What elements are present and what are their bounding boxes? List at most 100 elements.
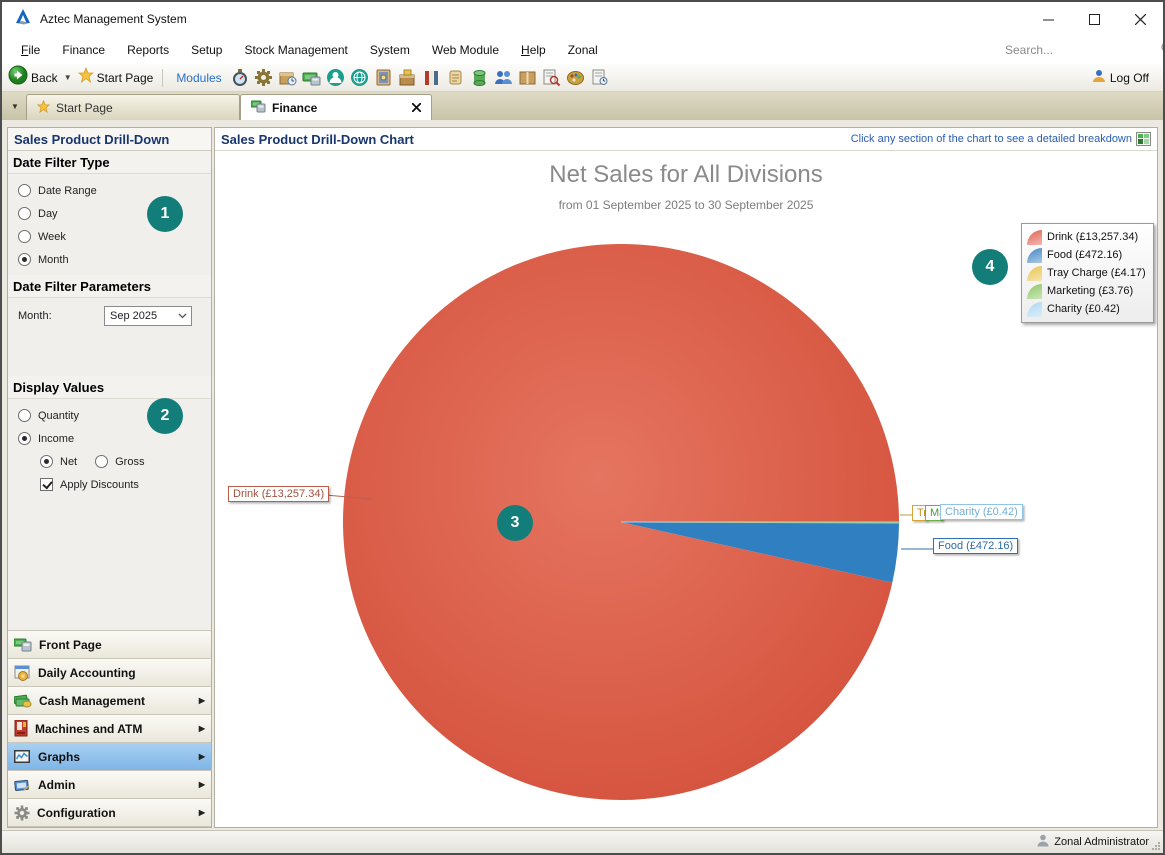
- drink-callout[interactable]: Drink (£13,257.34): [228, 486, 329, 502]
- radio-selected-icon[interactable]: [18, 253, 31, 266]
- radio-net-icon[interactable]: [40, 455, 53, 468]
- nav-graphs[interactable]: Graphs ▶: [8, 743, 211, 771]
- legend-marketing-label: Marketing (£3.76): [1047, 285, 1133, 297]
- nav-front-page-label: Front Page: [39, 638, 102, 652]
- radio-selected-icon[interactable]: [18, 432, 31, 445]
- tab-close-icon[interactable]: [412, 101, 421, 115]
- database-icon[interactable]: [469, 67, 490, 88]
- audit-search-icon[interactable]: [541, 67, 562, 88]
- radio-week[interactable]: Week: [8, 225, 211, 248]
- app-window: Aztec Management System File Finance Rep…: [0, 0, 1165, 855]
- legend-item-marketing[interactable]: Marketing (£3.76): [1027, 282, 1146, 300]
- nav-machines-and-atm[interactable]: Machines and ATM ▶: [8, 715, 211, 743]
- menu-system[interactable]: System: [359, 39, 421, 61]
- chevron-down-icon: [178, 313, 187, 319]
- main-panel: Sales Product Drill-Down Chart Click any…: [214, 127, 1158, 828]
- radio-gross-icon[interactable]: [95, 455, 108, 468]
- export-grid-icon[interactable]: [1136, 132, 1151, 146]
- checkbox-checked-icon[interactable]: [40, 478, 53, 491]
- annotation-badge-1: 1: [147, 196, 183, 232]
- radio-date-range[interactable]: Date Range: [8, 179, 211, 202]
- menu-setup[interactable]: Setup: [180, 39, 233, 61]
- scheduled-report-icon[interactable]: [589, 67, 610, 88]
- back-button[interactable]: Back: [31, 71, 58, 85]
- nav-configuration[interactable]: Configuration ▶: [8, 799, 211, 827]
- back-icon[interactable]: [8, 65, 28, 90]
- tray-charge-swatch-icon: [1027, 266, 1042, 281]
- menu-help[interactable]: Help: [510, 39, 557, 61]
- radio-icon[interactable]: [18, 230, 31, 243]
- food-callout[interactable]: Food (£472.16): [933, 538, 1018, 554]
- log-off-button[interactable]: Log Off: [1110, 71, 1149, 85]
- nav-admin[interactable]: Admin ▶: [8, 771, 211, 799]
- menu-reports[interactable]: Reports: [116, 39, 180, 61]
- charity-swatch-icon: [1027, 302, 1042, 317]
- menu-file[interactable]: File: [10, 39, 51, 61]
- status-user-icon: [1037, 834, 1049, 850]
- scroll-icon[interactable]: [445, 67, 466, 88]
- ledger-books-icon[interactable]: [421, 67, 442, 88]
- menu-zonal[interactable]: Zonal: [557, 39, 609, 61]
- start-page-button[interactable]: Start Page: [97, 71, 154, 85]
- team-icon[interactable]: [493, 67, 514, 88]
- radio-month[interactable]: Month: [8, 248, 211, 271]
- date-filter-type-header: Date Filter Type: [8, 151, 211, 174]
- minimize-button[interactable]: [1025, 2, 1071, 36]
- safe-icon[interactable]: [373, 67, 394, 88]
- search-input[interactable]: [1005, 43, 1160, 57]
- radio-icon[interactable]: [18, 184, 31, 197]
- tab-list-dropdown-icon[interactable]: ▼: [6, 96, 24, 116]
- resize-grip[interactable]: [1151, 841, 1161, 851]
- nav-front-page[interactable]: Front Page: [8, 631, 211, 659]
- chart-breakdown-hint[interactable]: Click any section of the chart to see a …: [851, 133, 1132, 145]
- back-dropdown-icon[interactable]: ▼: [61, 73, 75, 82]
- tab-start-page-label: Start Page: [56, 101, 113, 115]
- radio-week-label: Week: [38, 231, 66, 243]
- tab-start-page[interactable]: Start Page: [26, 94, 240, 120]
- month-select[interactable]: Sep 2025: [104, 306, 192, 326]
- user-icon[interactable]: [325, 67, 346, 88]
- legend-item-charity[interactable]: Charity (£0.42): [1027, 300, 1146, 318]
- cash-icon[interactable]: [301, 67, 322, 88]
- nav-daily-accounting[interactable]: Daily Accounting: [8, 659, 211, 687]
- radio-icon[interactable]: [18, 207, 31, 220]
- package-clock-icon[interactable]: [277, 67, 298, 88]
- pie-chart[interactable]: [215, 151, 1157, 827]
- tab-finance[interactable]: Finance: [240, 94, 432, 120]
- radio-icon[interactable]: [18, 409, 31, 422]
- menu-stock-management[interactable]: Stock Management: [233, 39, 358, 61]
- radio-date-range-label: Date Range: [38, 185, 97, 197]
- settings-gear-icon[interactable]: [253, 67, 274, 88]
- status-user-name: Zonal Administrator: [1054, 836, 1149, 848]
- graphs-icon: [14, 749, 31, 764]
- modules-button[interactable]: Modules: [172, 71, 225, 85]
- start-page-star-icon[interactable]: [78, 67, 94, 88]
- nav-machines-and-atm-label: Machines and ATM: [35, 722, 142, 736]
- submenu-arrow-icon: ▶: [199, 752, 205, 761]
- palette-icon[interactable]: [565, 67, 586, 88]
- parcel-icon[interactable]: [517, 67, 538, 88]
- globe-user-icon[interactable]: [349, 67, 370, 88]
- apply-discounts-row[interactable]: Apply Discounts: [8, 473, 211, 496]
- radio-month-label: Month: [38, 254, 69, 266]
- menu-web-module[interactable]: Web Module: [421, 39, 510, 61]
- month-select-value: Sep 2025: [110, 310, 157, 322]
- menu-finance[interactable]: Finance: [51, 39, 116, 61]
- display-values-header: Display Values: [8, 376, 211, 399]
- stock-box-icon[interactable]: [397, 67, 418, 88]
- legend-item-food[interactable]: Food (£472.16): [1027, 246, 1146, 264]
- submenu-arrow-icon: ▶: [199, 780, 205, 789]
- legend-item-drink[interactable]: Drink (£13,257.34): [1027, 228, 1146, 246]
- status-bar: Zonal Administrator: [2, 830, 1163, 853]
- search-icon[interactable]: [1160, 41, 1165, 60]
- annotation-badge-2: 2: [147, 398, 183, 434]
- charity-callout[interactable]: Charity (£0.42): [940, 504, 1023, 520]
- submenu-arrow-icon: ▶: [199, 724, 205, 733]
- timer-icon[interactable]: [229, 67, 250, 88]
- legend-item-tray-charge[interactable]: Tray Charge (£4.17): [1027, 264, 1146, 282]
- radio-income[interactable]: Income: [8, 427, 211, 450]
- close-button[interactable]: [1117, 2, 1163, 36]
- maximize-button[interactable]: [1071, 2, 1117, 36]
- chart-subtitle: from 01 September 2025 to 30 September 2…: [215, 198, 1157, 212]
- nav-cash-management[interactable]: Cash Management ▶: [8, 687, 211, 715]
